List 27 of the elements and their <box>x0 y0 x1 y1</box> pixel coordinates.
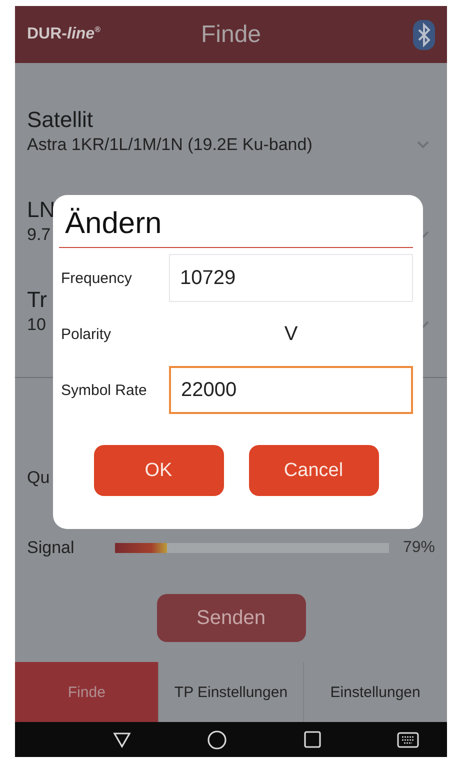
setting-label: LN <box>27 197 56 223</box>
input-field[interactable]: 22000 <box>169 366 413 414</box>
recents-icon[interactable] <box>304 731 321 748</box>
meter-label: Qu <box>27 468 51 488</box>
dialog-title: Ändern <box>59 207 413 248</box>
setting-label: Satellit <box>27 107 94 133</box>
keyboard-icon[interactable] <box>396 732 419 748</box>
field-label: Symbol Rate <box>60 382 148 398</box>
dialog-button[interactable]: Cancel <box>248 445 378 496</box>
field-label: Frequency <box>60 270 133 286</box>
setting-value: 9.7 <box>27 224 51 246</box>
bluetooth-icon[interactable] <box>413 20 435 50</box>
input-field[interactable]: 10729 <box>169 254 413 302</box>
send-button[interactable]: Senden <box>156 594 306 642</box>
tab[interactable]: Finde <box>15 662 158 722</box>
screen-title: Finde <box>200 20 262 48</box>
setting-value: 10 <box>27 314 46 336</box>
dialog-button[interactable]: OK <box>94 445 224 496</box>
field-value: V <box>283 322 299 346</box>
setting-label: Tr <box>27 287 47 313</box>
home-icon[interactable] <box>207 730 228 750</box>
field-label: Polarity <box>60 326 112 342</box>
back-icon[interactable] <box>113 732 132 748</box>
brand-logo: DUR-line$^{®}$ <box>27 25 100 44</box>
meter-label: Signal <box>27 538 76 558</box>
setting-value: Astra 1KR/1L/1M/1N (19.2E Ku-band) <box>27 134 312 156</box>
meter-reading: 79% <box>402 539 435 557</box>
